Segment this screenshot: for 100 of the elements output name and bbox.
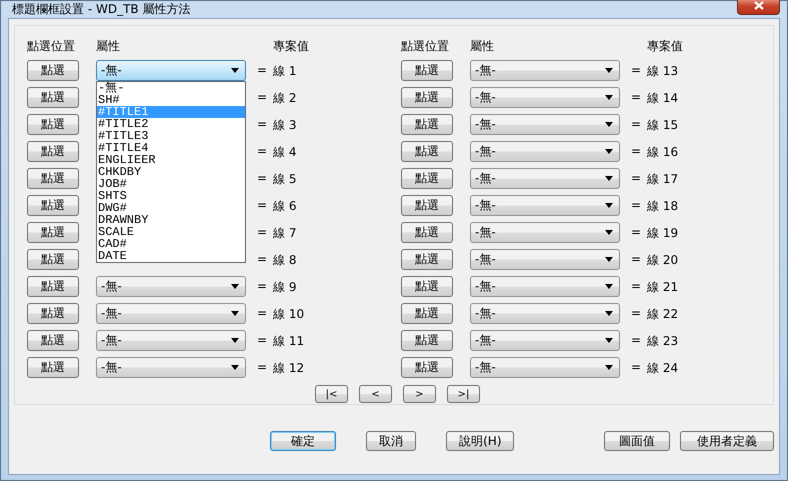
attribute-dropdown[interactable]: -無- — [470, 141, 620, 162]
equals-sign: = — [257, 62, 268, 77]
pick-button[interactable]: 點選 — [27, 87, 79, 108]
pick-button[interactable]: 點選 — [27, 168, 79, 189]
pick-button[interactable]: 點選 — [401, 114, 453, 135]
dialog-button[interactable]: 使用者定義 — [680, 431, 774, 451]
attribute-dropdown[interactable]: -無- — [470, 330, 620, 351]
column-header: 點選位置 — [401, 38, 450, 55]
equals-sign: = — [257, 278, 268, 293]
line-value: 線 14 — [647, 90, 680, 107]
equals-sign: = — [257, 197, 268, 212]
pick-button[interactable]: 點選 — [401, 195, 453, 216]
line-value: 線 9 — [273, 279, 298, 296]
pick-button[interactable]: 點選 — [401, 222, 453, 243]
attribute-dropdown[interactable]: -無- — [470, 357, 620, 378]
attribute-dropdown[interactable]: -無- — [470, 195, 620, 216]
caret-icon — [231, 68, 239, 73]
equals-sign: = — [257, 332, 268, 347]
line-value: 線 7 — [273, 225, 298, 242]
pick-button[interactable]: 點選 — [27, 276, 79, 297]
line-value: 線 19 — [647, 225, 680, 242]
attribute-dropdown[interactable]: -無- — [96, 357, 246, 378]
caret-icon — [231, 338, 239, 343]
pick-button[interactable]: 點選 — [27, 249, 79, 270]
equals-sign: = — [631, 170, 642, 185]
pick-button[interactable]: 點選 — [27, 60, 79, 81]
equals-sign: = — [631, 251, 642, 266]
equals-sign: = — [257, 116, 268, 131]
line-value: 線 23 — [647, 333, 680, 350]
pick-button[interactable]: 點選 — [27, 195, 79, 216]
line-value: 線 17 — [647, 171, 680, 188]
page-button[interactable]: |< — [315, 385, 348, 403]
caret-icon — [605, 230, 613, 235]
equals-sign: = — [257, 359, 268, 374]
attribute-dropdown[interactable]: -無- — [96, 330, 246, 351]
pick-button[interactable]: 點選 — [401, 303, 453, 324]
line-value: 線 20 — [647, 252, 680, 269]
window-title: 標題欄框設置 - WD_TB 屬性方法 — [11, 1, 190, 18]
pick-button[interactable]: 點選 — [27, 303, 79, 324]
column-header: 點選位置 — [27, 38, 76, 55]
caret-icon — [605, 149, 613, 154]
page-button[interactable]: < — [359, 385, 392, 403]
equals-sign: = — [631, 116, 642, 131]
attribute-dropdown[interactable]: -無- — [470, 249, 620, 270]
caret-icon — [605, 257, 613, 262]
line-value: 線 1 — [273, 63, 298, 80]
pick-button[interactable]: 點選 — [27, 330, 79, 351]
page-button[interactable]: > — [403, 385, 436, 403]
equals-sign: = — [631, 224, 642, 239]
line-value: 線 16 — [647, 144, 680, 161]
attribute-dropdown[interactable]: -無- — [470, 276, 620, 297]
page-button[interactable]: >| — [447, 385, 480, 403]
caret-icon — [605, 203, 613, 208]
caret-icon — [605, 284, 613, 289]
dialog-button[interactable]: 確定 — [270, 431, 336, 451]
pick-button[interactable]: 點選 — [27, 114, 79, 135]
equals-sign: = — [257, 170, 268, 185]
attribute-dropdown[interactable]: -無- — [470, 303, 620, 324]
attribute-dropdown[interactable]: -無- — [470, 87, 620, 108]
pick-button[interactable]: 點選 — [401, 60, 453, 81]
equals-sign: = — [631, 305, 642, 320]
attribute-dropdown[interactable]: -無- — [470, 222, 620, 243]
attribute-dropdown[interactable]: -無- — [470, 60, 620, 81]
dialog-button[interactable]: 取消 — [366, 431, 416, 451]
caret-icon — [605, 365, 613, 370]
caret-icon — [231, 311, 239, 316]
caret-icon — [605, 176, 613, 181]
equals-sign: = — [631, 359, 642, 374]
pick-button[interactable]: 點選 — [401, 87, 453, 108]
line-value: 線 18 — [647, 198, 680, 215]
pick-button[interactable]: 點選 — [401, 276, 453, 297]
equals-sign: = — [257, 224, 268, 239]
pick-button[interactable]: 點選 — [401, 330, 453, 351]
caret-icon — [605, 68, 613, 73]
pick-button[interactable]: 點選 — [401, 357, 453, 378]
dialog-button[interactable]: 圖面值 — [604, 431, 670, 451]
pick-button[interactable]: 點選 — [27, 222, 79, 243]
caret-icon — [231, 284, 239, 289]
pick-button[interactable]: 點選 — [401, 249, 453, 270]
line-value: 線 2 — [273, 90, 298, 107]
pick-button[interactable]: 點選 — [27, 357, 79, 378]
attribute-dropdown[interactable]: -無- — [96, 276, 246, 297]
pick-button[interactable]: 點選 — [27, 141, 79, 162]
column-header: 屬性 — [470, 38, 495, 55]
line-value: 線 8 — [273, 252, 298, 269]
attribute-dropdown[interactable]: -無- — [470, 114, 620, 135]
dialog-button[interactable]: 說明(H) — [446, 431, 514, 451]
line-value: 線 15 — [647, 117, 680, 134]
pick-button[interactable]: 點選 — [401, 141, 453, 162]
column-header: 專案值 — [647, 38, 684, 55]
close-button[interactable] — [737, 0, 780, 14]
equals-sign: = — [257, 89, 268, 104]
pick-button[interactable]: 點選 — [401, 168, 453, 189]
attribute-dropdown[interactable]: -無- — [470, 168, 620, 189]
caret-icon — [605, 311, 613, 316]
attribute-dropdown[interactable]: -無- — [96, 303, 246, 324]
equals-sign: = — [631, 197, 642, 212]
equals-sign: = — [257, 251, 268, 266]
line-value: 線 24 — [647, 360, 680, 377]
line-value: 線 10 — [273, 306, 306, 323]
